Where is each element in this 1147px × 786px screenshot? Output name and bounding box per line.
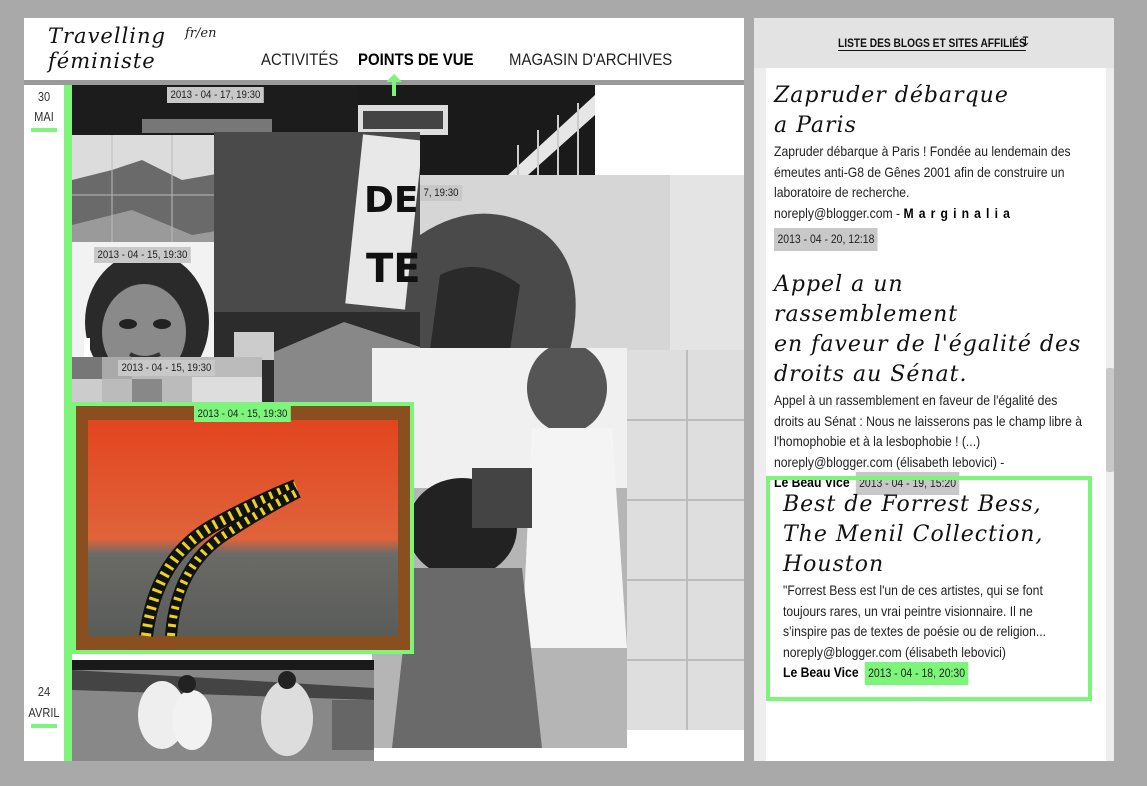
entry-title-line: Appel a un rassemblement	[774, 272, 959, 327]
nav-points-de-vue[interactable]: POINTS DE VUE	[358, 50, 474, 70]
blog-feed-panel: LISTE DES BLOGS ET SITES AFFILIÉS ↧ Zapr…	[754, 18, 1114, 761]
entry-source: noreply@blogger.com (élisabeth lebovici)	[783, 643, 1006, 660]
entry-title[interactable]: Appel a un rassemblement en faveur de l'…	[774, 270, 1092, 390]
forrest-bess-painting	[76, 406, 410, 650]
entry-title-line: Zapruder débarque	[774, 83, 1009, 108]
timeline-bar	[64, 85, 72, 761]
timestamp-badge: 7, 19:30	[420, 185, 463, 201]
entry-excerpt: Zapruder débarque à Paris ! Fondée au le…	[774, 141, 1083, 251]
blogs-header: LISTE DES BLOGS ET SITES AFFILIÉS ↧	[754, 18, 1114, 68]
entry-excerpt: "Forrest Bess est l'un de ces artistes, …	[783, 580, 1079, 685]
entry-timestamp: 2013 - 04 - 20, 12:18	[774, 228, 878, 251]
timestamp-badge: 2013 - 04 - 15, 19:30	[94, 247, 191, 263]
timeline-top-marker	[31, 128, 57, 132]
entry-excerpt-text: Zapruder débarque à Paris ! Fondée au le…	[774, 143, 1071, 200]
timestamp-badge: 2013 - 04 - 17, 19:30	[167, 87, 264, 103]
down-arrow-icon[interactable]: ↧	[1020, 34, 1031, 50]
entry-source: noreply@blogger.com -	[774, 204, 901, 221]
entry-title-line: en faveur de l'égalité des	[774, 332, 1082, 357]
entry-title-line: a Paris	[774, 113, 857, 138]
timestamp-badge: 2013 - 04 - 15, 19:30	[118, 360, 215, 376]
entry-timestamp: 2013 - 04 - 18, 20:30	[864, 662, 969, 685]
painting-tile-forrest-bess[interactable]: 2013 - 04 - 15, 19:30	[72, 402, 414, 654]
entry-title-line: The Menil Collection,	[783, 522, 1044, 547]
active-nav-arrow-icon	[386, 74, 402, 96]
photo-tile-pixelated[interactable]: 2013 - 04 - 15, 19:30	[72, 357, 262, 402]
closeup-photo	[420, 175, 744, 350]
timeline-top-day: 30	[37, 89, 51, 104]
language-switch[interactable]: fr/en	[185, 26, 216, 41]
timeline-bottom-month: AVRIL	[28, 705, 60, 720]
photo-tile-girls-street[interactable]	[72, 660, 374, 761]
nav-activites[interactable]: ACTIVITÉS	[261, 50, 338, 70]
entry-title-line: Houston	[783, 552, 885, 577]
entry-title[interactable]: Best de Forrest Bess, The Menil Collecti…	[783, 490, 1075, 580]
wall-photo	[627, 350, 744, 730]
timeline-bottom-day: 24	[37, 684, 51, 699]
entry-title-line: droits au Sénat.	[774, 362, 968, 387]
main-panel: 2013 - 04 - 17, 19:30 DE TE 2013 - 04 - …	[24, 18, 744, 761]
site-logo[interactable]: Travelling féministe	[48, 24, 166, 74]
girls-street-photo	[72, 660, 374, 761]
logo-line-2: féministe	[48, 49, 156, 73]
photo-tile-white-wall[interactable]	[627, 350, 744, 730]
nav-magasin-archives[interactable]: MAGASIN D'ARCHIVES	[509, 50, 672, 70]
entry-excerpt-text: "Forrest Bess est l'un de ces artistes, …	[783, 582, 1047, 639]
blogs-list-link[interactable]: LISTE DES BLOGS ET SITES AFFILIÉS	[838, 36, 1026, 51]
entry-title-line: Best de Forrest Bess,	[783, 492, 1042, 517]
entry-source: noreply@blogger.com (élisabeth lebovici)…	[774, 453, 1005, 470]
entry-author[interactable]: M a r g i n a l i a	[903, 205, 1010, 221]
photo-tile-portrait-woman[interactable]: 2013 - 04 - 15, 19:30	[72, 242, 214, 376]
photo-tile-woman-closeup[interactable]: 7, 19:30	[420, 175, 744, 350]
svg-text:TE: TE	[366, 246, 420, 292]
entry-title[interactable]: Zapruder débarque a Paris	[774, 81, 1092, 141]
svg-text:DE: DE	[364, 180, 418, 221]
entry-author[interactable]: Le Beau Vice	[783, 664, 859, 680]
entry-excerpt-text: Appel à un rassemblement en faveur de l'…	[774, 392, 1083, 449]
feed-entry[interactable]: Zapruder débarque a Paris Zapruder débar…	[774, 81, 1092, 251]
feed-entry-highlighted[interactable]: Best de Forrest Bess, The Menil Collecti…	[766, 476, 1092, 701]
feed-entry[interactable]: Appel a un rassemblement en faveur de l'…	[774, 270, 1092, 495]
feed-scrollbar[interactable]	[1106, 368, 1114, 472]
logo-line-1: Travelling	[48, 24, 166, 48]
blog-feed: Zapruder débarque a Paris Zapruder débar…	[766, 68, 1106, 761]
timeline-top-month: MAI	[34, 109, 54, 124]
timestamp-badge: 2013 - 04 - 15, 19:30	[194, 406, 291, 422]
timeline-bottom-marker	[31, 724, 57, 728]
